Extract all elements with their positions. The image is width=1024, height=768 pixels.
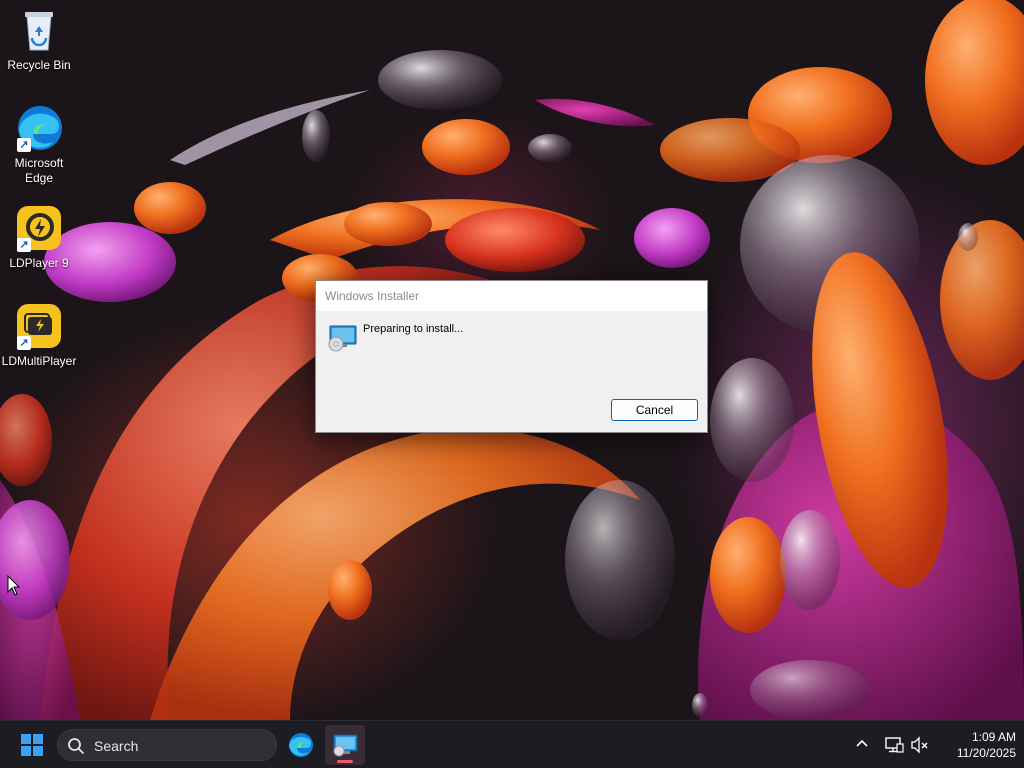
mouse-cursor-icon	[7, 574, 21, 597]
desktop-icon-microsoft-edge[interactable]: ↗ Microsoft Edge	[1, 104, 77, 186]
chevron-up-icon[interactable]	[853, 735, 871, 753]
desktop-icon-ldmultiplayer[interactable]: ↗ LDMultiPlayer	[1, 302, 77, 369]
taskbar: Search 1:09 AM 11/20/2025	[0, 720, 1024, 768]
running-indicator	[337, 760, 353, 763]
clock-date: 11/20/2025	[956, 746, 1016, 760]
dialog-body: Preparing to install... Cancel	[316, 311, 707, 433]
desktop-icon-label: LDMultiPlayer	[1, 354, 77, 368]
cancel-button[interactable]: Cancel	[611, 399, 698, 421]
network-icon[interactable]	[884, 735, 904, 755]
search-icon	[68, 738, 84, 754]
volume-muted-icon[interactable]	[910, 735, 930, 755]
desktop-icon-label: Microsoft Edge	[14, 156, 64, 185]
dialog-message: Preparing to install...	[363, 323, 464, 335]
desktop-icon-ldplayer[interactable]: ↗ LDPlayer 9	[1, 204, 77, 271]
desktop-icon-label: LDPlayer 9	[9, 256, 69, 270]
shortcut-arrow-icon: ↗	[17, 238, 31, 252]
edge-icon	[289, 733, 313, 757]
taskbar-search-box[interactable]: Search	[57, 729, 277, 761]
windows-installer-icon	[333, 734, 358, 757]
ldmultiplayer-icon: ↗	[15, 302, 63, 350]
installer-icon	[327, 324, 357, 352]
recycle-bin-icon	[15, 6, 63, 54]
start-button[interactable]	[14, 729, 50, 761]
windows-installer-dialog: Windows Installer Preparing to install..…	[315, 280, 708, 433]
desktop-icon-recycle-bin[interactable]: Recycle Bin	[1, 6, 77, 73]
taskbar-app-edge[interactable]	[281, 725, 321, 765]
shortcut-arrow-icon: ↗	[17, 336, 31, 350]
dialog-titlebar[interactable]: Windows Installer	[316, 281, 707, 311]
taskbar-clock[interactable]: 1:09 AM 11/20/2025	[936, 729, 1016, 761]
ldplayer-icon: ↗	[15, 204, 63, 252]
desktop-icon-label: Recycle Bin	[7, 58, 71, 72]
clock-time: 1:09 AM	[971, 730, 1016, 744]
search-placeholder: Search	[94, 738, 139, 754]
edge-icon: ↗	[15, 104, 63, 152]
windows-logo-icon	[21, 734, 43, 756]
taskbar-app-windows-installer[interactable]	[325, 725, 365, 765]
dialog-title: Windows Installer	[325, 289, 420, 303]
shortcut-arrow-icon: ↗	[17, 138, 31, 152]
